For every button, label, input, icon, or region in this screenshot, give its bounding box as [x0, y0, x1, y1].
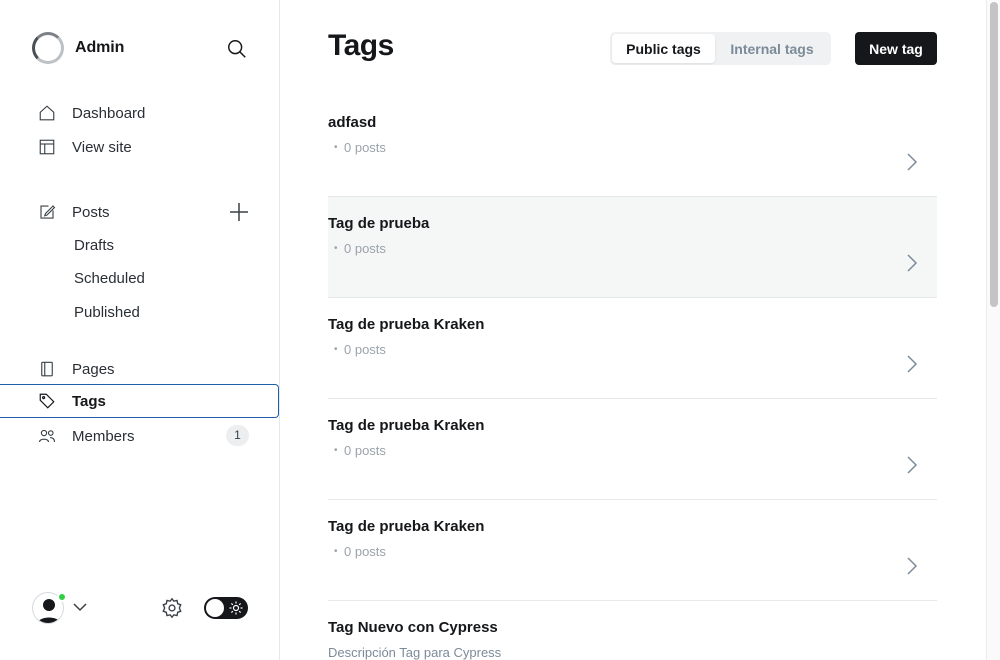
tag-description: Descripción Tag para Cypress — [328, 645, 502, 660]
nav-published[interactable]: Published — [74, 298, 140, 328]
tag-name: Tag de prueba Kraken — [328, 316, 485, 333]
page-icon — [37, 359, 57, 379]
tag-name: Tag de prueba Kraken — [328, 518, 485, 535]
tag-post-count: 0 posts — [334, 241, 386, 257]
tag-type-switch: Public tags Internal tags — [610, 32, 831, 65]
layout-icon — [37, 137, 57, 157]
tag-post-count: 0 posts — [334, 342, 386, 358]
gear-icon[interactable] — [161, 597, 183, 619]
tag-row[interactable]: Tag de prueba Kraken 0 posts — [328, 298, 937, 399]
brand[interactable]: Admin — [32, 32, 124, 64]
tag-name: Tag de prueba — [328, 215, 430, 232]
tag-name: adfasd — [328, 114, 377, 131]
tag-row[interactable]: adfasd 0 posts — [328, 96, 937, 197]
scrollbar[interactable] — [986, 0, 1000, 660]
dark-mode-toggle[interactable] — [204, 597, 248, 619]
brand-name: Admin — [75, 39, 125, 56]
edit-icon — [37, 202, 57, 222]
chevron-down-icon[interactable] — [73, 602, 87, 612]
members-count-badge: 1 — [226, 425, 249, 446]
members-icon — [37, 426, 57, 446]
nav-scheduled[interactable]: Scheduled — [74, 264, 145, 294]
new-tag-button[interactable]: New tag — [855, 32, 937, 65]
tab-public-tags[interactable]: Public tags — [612, 34, 715, 63]
chevron-right-icon — [907, 456, 918, 474]
search-icon[interactable] — [226, 38, 248, 60]
scrollbar-thumb[interactable] — [990, 2, 998, 307]
tag-post-count: 0 posts — [334, 140, 386, 156]
nav-pages[interactable]: Pages — [0, 352, 280, 386]
tab-internal-tags[interactable]: Internal tags — [715, 34, 829, 63]
nav-view-site[interactable]: View site — [0, 130, 280, 164]
tag-name: Tag de prueba Kraken — [328, 417, 485, 434]
tag-row[interactable]: Tag Nuevo con Cypress Descripción Tag pa… — [328, 601, 937, 660]
nav-drafts[interactable]: Drafts — [74, 231, 114, 261]
tag-row[interactable]: Tag de prueba 0 posts — [328, 197, 937, 298]
online-status-dot — [57, 592, 67, 602]
plus-icon[interactable] — [228, 201, 250, 223]
chevron-right-icon — [907, 153, 918, 171]
chevron-right-icon — [907, 557, 918, 575]
tag-post-count: 0 posts — [334, 443, 386, 459]
tag-icon — [37, 391, 57, 411]
tag-name: Tag Nuevo con Cypress — [328, 619, 498, 636]
chevron-right-icon — [907, 355, 918, 373]
tag-row[interactable]: Tag de prueba Kraken 0 posts — [328, 399, 937, 500]
chevron-right-icon — [907, 254, 918, 272]
brand-logo — [32, 32, 64, 64]
page-title: Tags — [328, 29, 394, 62]
nav-tags[interactable]: Tags — [0, 384, 279, 418]
tag-post-count: 0 posts — [334, 544, 386, 560]
nav-dashboard[interactable]: Dashboard — [0, 96, 280, 130]
tag-row[interactable]: Tag de prueba Kraken 0 posts — [328, 500, 937, 601]
home-icon — [37, 103, 57, 123]
toggle-knob — [206, 599, 224, 617]
sun-icon — [229, 601, 243, 615]
sidebar: Admin Dashboard View site Posts Drafts S… — [0, 0, 280, 660]
